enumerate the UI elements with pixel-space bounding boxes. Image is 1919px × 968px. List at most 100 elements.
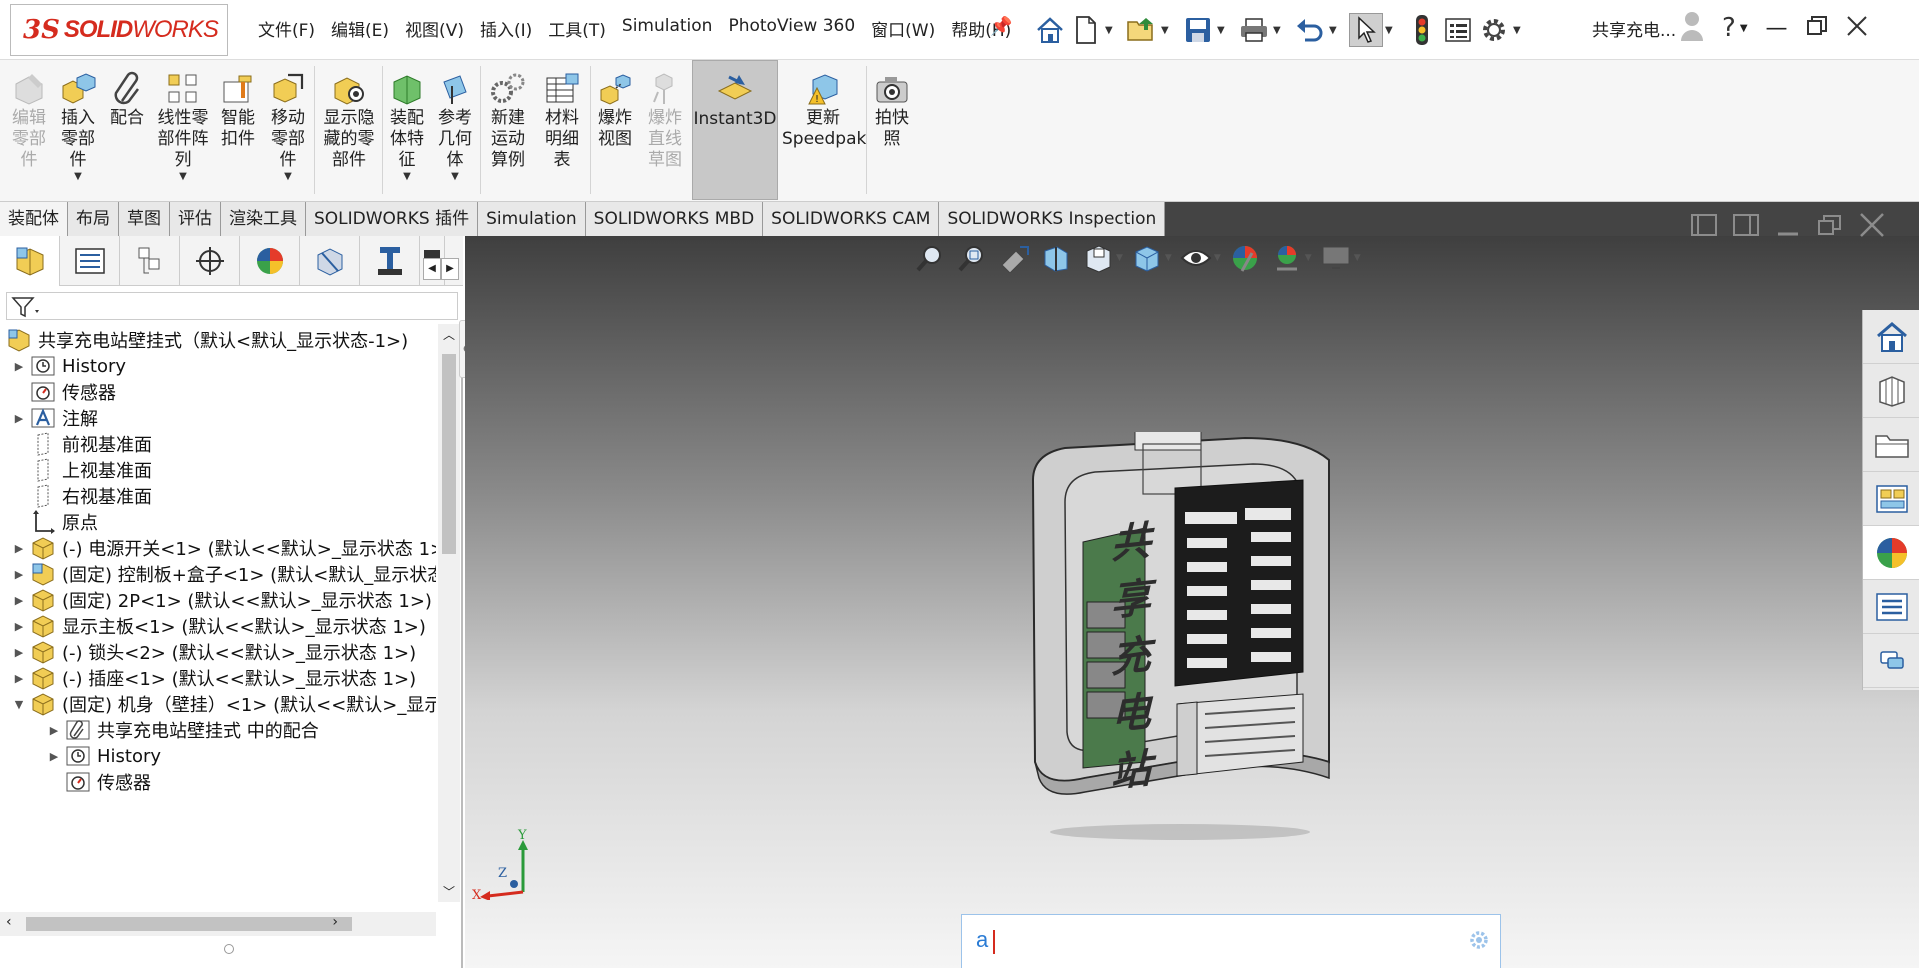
tab-sketch[interactable]: 草图 [119, 202, 170, 236]
tab-layout[interactable]: 布局 [68, 202, 119, 236]
help-icon[interactable]: ? [1722, 13, 1736, 43]
expand-arrow-icon[interactable]: ▶ [10, 412, 28, 425]
linear-pattern-button[interactable]: 线性零 部件阵 列 ▼ [152, 60, 214, 200]
reference-triad[interactable]: Y Z X [468, 828, 538, 904]
expand-arrow-icon[interactable]: ▶ [45, 724, 63, 737]
assembly-features-button[interactable]: 装配 体特 征 ▼ [384, 60, 430, 200]
scroll-left-icon[interactable]: ‹ [6, 914, 12, 930]
cam-tab-icon[interactable] [360, 236, 420, 286]
edit-part-button[interactable]: 编辑 零部 件 [4, 60, 54, 200]
collapse-arrow-icon[interactable]: ▼ [10, 698, 28, 711]
update-speedpak-button[interactable]: ! 更新 Speedpak [782, 60, 866, 200]
menu-view[interactable]: 视图(V) [397, 16, 472, 41]
select-cursor-icon[interactable] [1349, 13, 1383, 47]
viewport-close-icon[interactable] [1858, 212, 1886, 242]
tab-simulation[interactable]: Simulation [478, 202, 586, 236]
featuremanager-tab-icon[interactable] [0, 236, 60, 286]
display-style-icon[interactable] [1129, 240, 1165, 276]
tab-solidworks-addins[interactable]: SOLIDWORKS 插件 [306, 202, 479, 236]
minimize-icon[interactable]: — [1766, 16, 1788, 41]
edit-appearance-icon[interactable] [1227, 240, 1263, 276]
menu-window[interactable]: 窗口(W) [863, 16, 943, 41]
take-snapshot-button[interactable]: 拍快 照 [868, 60, 916, 200]
close-icon[interactable] [1846, 15, 1868, 41]
menu-insert[interactable]: 插入(I) [472, 16, 540, 41]
viewport-restore-icon[interactable] [1816, 212, 1844, 242]
new-document-icon[interactable] [1069, 13, 1103, 47]
tile-horizontal-icon[interactable] [1690, 212, 1718, 242]
previous-view-icon[interactable] [996, 240, 1032, 276]
mate-button[interactable]: 配合 [104, 60, 150, 200]
open-dropdown-icon[interactable]: ▼ [1161, 25, 1173, 36]
maximize-icon[interactable] [1806, 15, 1828, 41]
view-settings-dropdown-icon[interactable]: ▼ [1354, 253, 1361, 263]
pane-splitter-handle[interactable] [224, 944, 234, 954]
menu-simulation[interactable]: Simulation [614, 16, 721, 41]
menu-file[interactable]: 文件(F) [250, 16, 323, 41]
tab-solidworks-inspection[interactable]: SOLIDWORKS Inspection [939, 202, 1166, 236]
expand-arrow-icon[interactable]: ▶ [10, 360, 28, 373]
rebuild-traffic-light-icon[interactable] [1405, 13, 1439, 47]
save-icon[interactable] [1181, 13, 1215, 47]
apply-scene-dropdown-icon[interactable]: ▼ [1305, 253, 1312, 263]
menu-tools[interactable]: 工具(T) [540, 16, 614, 41]
reference-geometry-dropdown-icon[interactable]: ▼ [451, 171, 459, 182]
expand-arrow-icon[interactable]: ▶ [10, 594, 28, 607]
save-dropdown-icon[interactable]: ▼ [1217, 25, 1229, 36]
options-gear-icon[interactable] [1477, 13, 1511, 47]
options-dropdown-icon[interactable]: ▼ [1513, 25, 1525, 36]
home-icon[interactable] [1033, 13, 1067, 47]
hide-show-items-eye-icon[interactable] [1178, 240, 1214, 276]
tab-evaluate[interactable]: 评估 [170, 202, 221, 236]
expand-arrow-icon[interactable]: ▶ [10, 620, 28, 633]
exploded-view-button[interactable]: 爆炸 视图 [592, 60, 638, 200]
pin-menu-icon[interactable]: 📌 [990, 16, 1012, 37]
display-style-dropdown-icon[interactable]: ▼ [1165, 253, 1172, 263]
scroll-up-icon[interactable]: ︿ [443, 326, 455, 343]
horizontal-scroll-thumb[interactable] [26, 917, 352, 931]
menu-edit[interactable]: 编辑(E) [323, 16, 397, 41]
command-search-input[interactable] [976, 925, 1436, 955]
expand-arrow-icon[interactable]: ▶ [10, 646, 28, 659]
print-icon[interactable] [1237, 13, 1271, 47]
appearances-scenes-icon[interactable] [1863, 526, 1919, 580]
insert-components-button[interactable]: 插入 零部 件 ▼ [54, 60, 102, 200]
tile-vertical-icon[interactable] [1732, 212, 1760, 242]
user-account-icon[interactable] [1680, 10, 1704, 46]
viewport-minimize-icon[interactable] [1774, 212, 1802, 242]
dimxpertmanager-tab-icon[interactable] [180, 236, 240, 286]
section-view-icon[interactable] [1038, 240, 1074, 276]
move-component-dropdown-icon[interactable]: ▼ [284, 171, 292, 182]
solidworks-logo[interactable]: 3S SOLIDWORKS [10, 4, 228, 56]
zoom-to-area-icon[interactable] [954, 240, 990, 276]
tab-solidworks-mbd[interactable]: SOLIDWORKS MBD [585, 202, 764, 236]
show-hidden-components-button[interactable]: 显示隐 藏的零 部件 [318, 60, 380, 200]
menu-photoview[interactable]: PhotoView 360 [720, 16, 863, 41]
tree-horizontal-scrollbar[interactable]: ‹ › [0, 912, 436, 936]
tree-node[interactable]: 传感器 [45, 766, 151, 798]
select-dropdown-icon[interactable]: ▼ [1385, 25, 1397, 36]
linear-pattern-dropdown-icon[interactable]: ▼ [179, 171, 187, 182]
search-options-gear-icon[interactable] [1468, 929, 1490, 955]
undo-dropdown-icon[interactable]: ▼ [1329, 25, 1341, 36]
tree-vertical-scrollbar[interactable]: ︿ ﹀ [438, 324, 460, 902]
help-dropdown-icon[interactable]: ▼ [1740, 23, 1748, 34]
explode-line-sketch-button[interactable]: 爆炸 直线 草图 [640, 60, 690, 200]
tab-render-tools[interactable]: 渲染工具 [221, 202, 306, 236]
expand-arrow-icon[interactable]: ▶ [45, 750, 63, 763]
design-tree-tab-icon[interactable] [300, 236, 360, 286]
displaymanager-tab-icon[interactable] [240, 236, 300, 286]
expand-arrow-icon[interactable]: ▶ [10, 568, 28, 581]
expand-arrow-icon[interactable]: ▶ [10, 542, 28, 555]
new-dropdown-icon[interactable]: ▼ [1105, 25, 1117, 36]
view-settings-monitor-icon[interactable] [1318, 240, 1354, 276]
view-orientation-dropdown-icon[interactable]: ▼ [1116, 253, 1123, 263]
solidworks-resources-home-icon[interactable] [1863, 310, 1919, 364]
propertymanager-tab-icon[interactable] [60, 236, 120, 286]
print-dropdown-icon[interactable]: ▼ [1273, 25, 1285, 36]
bill-of-materials-button[interactable]: 材料 明细 表 [536, 60, 588, 200]
insert-components-dropdown-icon[interactable]: ▼ [74, 171, 82, 182]
tab-solidworks-cam[interactable]: SOLIDWORKS CAM [763, 202, 940, 236]
custom-properties-icon[interactable] [1863, 580, 1919, 634]
solidworks-forum-icon[interactable] [1863, 634, 1919, 688]
